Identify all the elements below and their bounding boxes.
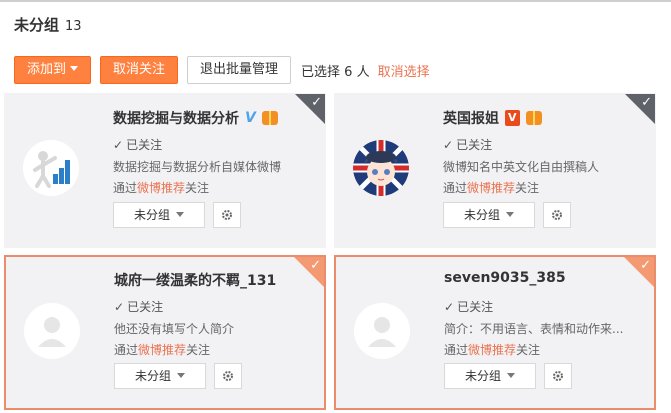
user-name[interactable]: 英国报姐 <box>443 108 499 128</box>
user-bio: 简介：不用语言、表情和动作来... <box>444 322 624 336</box>
top-divider <box>0 0 671 2</box>
avatar[interactable] <box>23 140 79 196</box>
caret-down-icon <box>70 66 79 71</box>
default-user-avatar <box>354 303 410 359</box>
user-bio: 数据挖掘与数据分析自媒体微博 <box>113 160 282 174</box>
exit-batch-button[interactable]: 退出批量管理 <box>187 56 292 84</box>
follow-status-text: 已关注 <box>457 300 494 314</box>
check-icon: ✓ <box>444 300 455 314</box>
gear-icon <box>553 371 563 381</box>
settings-button[interactable] <box>544 363 572 389</box>
caret-down-icon <box>506 212 514 217</box>
follow-source-prefix: 通过 <box>114 343 139 357</box>
unfollow-button[interactable]: 取消关注 <box>100 56 179 84</box>
gift-icon <box>525 111 542 125</box>
name-row: 数据挖掘与数据分析 V <box>113 108 278 128</box>
group-header: 未分组 13 <box>14 14 82 36</box>
gear-icon <box>552 210 562 220</box>
follow-status-text: 已关注 <box>456 138 493 152</box>
selected-count-text: 已选择 6 人 <box>301 64 370 80</box>
gift-icon <box>261 111 278 125</box>
user-name[interactable]: 城府一缕温柔的不羁_131 <box>114 270 276 290</box>
gear-icon <box>222 210 232 220</box>
follow-source: 通过微博推荐关注 <box>443 179 539 196</box>
user-card[interactable]: ✓ 城府一缕温柔的不羁_131 ✓ 已关注 他还没有填写个人简介 通过微博推荐关注… <box>4 255 326 410</box>
user-bio: 微博知名中英文化自由撰稿人 <box>443 160 600 174</box>
avatar[interactable] <box>24 303 80 359</box>
follow-status: ✓ 已关注 <box>443 136 492 153</box>
check-icon: ✓ <box>640 258 651 273</box>
user-card[interactable]: ✓ 英国报姐 V ✓ 已关注 微博知名中英文化自由撰稿人 通过微博推荐关注 未分组 <box>334 93 656 248</box>
avatar[interactable] <box>354 303 410 359</box>
follow-source: 通过微博推荐关注 <box>113 179 209 196</box>
default-user-avatar <box>24 303 80 359</box>
user-bio: 他还没有填写个人简介 <box>114 322 235 336</box>
data-analysis-avatar-icon <box>23 140 79 196</box>
name-row: 城府一缕温柔的不羁_131 <box>114 270 276 290</box>
follow-source-suffix: 关注 <box>516 343 541 357</box>
add-to-label: 添加到 <box>27 62 67 77</box>
group-count: 13 <box>65 19 82 34</box>
follow-source-suffix: 关注 <box>186 343 211 357</box>
recommend-link[interactable]: 微博推荐 <box>467 181 515 195</box>
group-dropdown[interactable]: 未分组 <box>113 202 205 228</box>
check-icon: ✓ <box>310 258 321 273</box>
follow-status-text: 已关注 <box>127 300 164 314</box>
cancel-selection-link[interactable]: 取消选择 <box>378 61 430 80</box>
name-row: seven9035_385 <box>444 270 566 286</box>
user-card[interactable]: ✓ 数据挖掘与数据分析 V ✓ 已关注 数据挖掘与数据分析自媒体微博 通过微博推荐… <box>4 93 326 248</box>
caret-down-icon <box>177 373 185 378</box>
avatar[interactable] <box>353 140 409 196</box>
batch-toolbar: 添加到 取消关注 退出批量管理 已选择 6 人 取消选择 <box>14 55 430 85</box>
settings-button[interactable] <box>214 363 242 389</box>
user-name[interactable]: 数据挖掘与数据分析 <box>113 108 239 128</box>
caret-down-icon <box>176 212 184 217</box>
check-icon: ✓ <box>311 95 322 110</box>
follow-source: 通过微博推荐关注 <box>444 341 540 358</box>
follow-source-prefix: 通过 <box>113 181 138 195</box>
recommend-link[interactable]: 微博推荐 <box>468 343 516 357</box>
check-icon: ✓ <box>641 95 652 110</box>
settings-button[interactable] <box>543 202 571 228</box>
cartoon-girl-union-jack-avatar <box>353 140 409 196</box>
gear-icon <box>223 371 233 381</box>
group-dropdown-label: 未分组 <box>133 208 170 222</box>
group-dropdown-label: 未分组 <box>464 369 501 383</box>
follow-status: ✓ 已关注 <box>114 298 163 315</box>
follow-status: ✓ 已关注 <box>444 298 493 315</box>
add-to-button[interactable]: 添加到 <box>14 56 92 84</box>
recommend-link[interactable]: 微博推荐 <box>138 343 186 357</box>
follow-status-text: 已关注 <box>126 138 163 152</box>
follow-source-prefix: 通过 <box>443 181 468 195</box>
recommend-link[interactable]: 微博推荐 <box>137 181 185 195</box>
check-icon: ✓ <box>443 138 454 152</box>
follow-source-suffix: 关注 <box>515 181 540 195</box>
verified-icon: V <box>245 110 256 126</box>
verified-icon: V <box>505 110 520 126</box>
follow-source-prefix: 通过 <box>444 343 469 357</box>
follow-source-suffix: 关注 <box>185 181 210 195</box>
group-dropdown[interactable]: 未分组 <box>114 363 206 389</box>
settings-button[interactable] <box>213 202 241 228</box>
follow-status: ✓ 已关注 <box>113 136 162 153</box>
user-name[interactable]: seven9035_385 <box>444 270 566 286</box>
check-icon: ✓ <box>113 138 124 152</box>
name-row: 英国报姐 V <box>443 108 542 128</box>
group-dropdown[interactable]: 未分组 <box>444 363 536 389</box>
group-dropdown-label: 未分组 <box>134 369 171 383</box>
caret-down-icon <box>507 373 515 378</box>
group-title: 未分组 <box>14 16 60 34</box>
follow-source: 通过微博推荐关注 <box>114 341 210 358</box>
check-icon: ✓ <box>114 300 125 314</box>
group-dropdown-label: 未分组 <box>463 208 500 222</box>
user-card[interactable]: ✓ seven9035_385 ✓ 已关注 简介：不用语言、表情和动作来... 通… <box>334 255 656 410</box>
group-dropdown[interactable]: 未分组 <box>443 202 535 228</box>
